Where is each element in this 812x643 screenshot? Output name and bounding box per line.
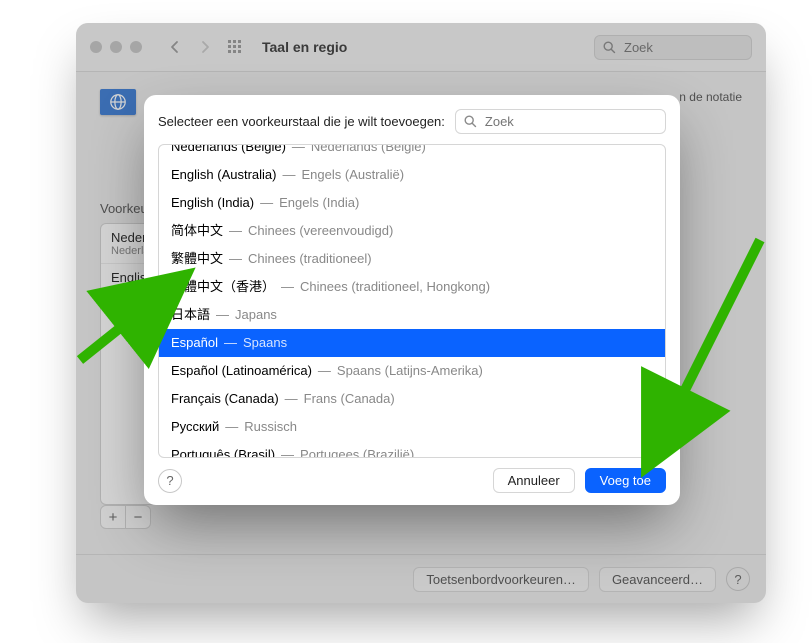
sheet-search-input[interactable]	[483, 113, 657, 130]
language-translated: Chinees (traditioneel)	[248, 249, 372, 269]
language-native: 繁體中文（香港）	[171, 277, 275, 297]
sheet-help-button[interactable]: ?	[158, 469, 182, 493]
language-native: English (India)	[171, 193, 254, 213]
language-row[interactable]: Português (Brasil)—Portugees (Brazilië)	[159, 441, 665, 457]
language-row[interactable]: 繁體中文—Chinees (traditioneel)	[159, 245, 665, 273]
sheet-search[interactable]	[455, 109, 666, 134]
language-native: 繁體中文	[171, 249, 223, 269]
cancel-button[interactable]: Annuleer	[493, 468, 575, 493]
language-row[interactable]: Français (Canada)—Frans (Canada)	[159, 385, 665, 413]
language-translated: Russisch	[244, 417, 297, 437]
language-native: 简体中文	[171, 221, 223, 241]
language-row[interactable]: 简体中文—Chinees (vereenvoudigd)	[159, 217, 665, 245]
language-row[interactable]: Русский—Russisch	[159, 413, 665, 441]
language-native: Nederlands (België)	[171, 145, 286, 157]
language-row[interactable]: Español (Latinoamérica)—Spaans (Latijns-…	[159, 357, 665, 385]
language-native: Español (Latinoamérica)	[171, 361, 312, 381]
language-native: English (Australia)	[171, 165, 277, 185]
language-translated: Frans (Canada)	[304, 389, 395, 409]
language-row[interactable]: English (India)—Engels (India)	[159, 189, 665, 217]
language-list[interactable]: Nederlands (België)—Nederlands (België)E…	[158, 144, 666, 458]
add-language-sheet: Selecteer een voorkeurstaal die je wilt …	[144, 95, 680, 505]
language-row[interactable]: Nederlands (België)—Nederlands (België)	[159, 145, 665, 161]
language-native: Français (Canada)	[171, 389, 279, 409]
language-row[interactable]: Español—Spaans	[159, 329, 665, 357]
language-row[interactable]: 日本語—Japans	[159, 301, 665, 329]
sheet-header: Selecteer een voorkeurstaal die je wilt …	[158, 109, 666, 134]
search-icon	[464, 115, 477, 128]
language-translated: Nederlands (België)	[311, 145, 426, 157]
language-translated: Spaans (Latijns-Amerika)	[337, 361, 483, 381]
sheet-prompt: Selecteer een voorkeurstaal die je wilt …	[158, 114, 445, 129]
language-translated: Japans	[235, 305, 277, 325]
language-translated: Spaans	[243, 333, 287, 353]
language-native: 日本語	[171, 305, 210, 325]
language-translated: Chinees (traditioneel, Hongkong)	[300, 277, 490, 297]
sheet-footer: ? Annuleer Voeg toe	[158, 468, 666, 493]
language-native: Português (Brasil)	[171, 445, 275, 457]
language-translated: Portugees (Brazilië)	[300, 445, 414, 457]
language-row[interactable]: 繁體中文（香港）—Chinees (traditioneel, Hongkong…	[159, 273, 665, 301]
language-native: Русский	[171, 417, 219, 437]
language-native: Español	[171, 333, 218, 353]
add-button[interactable]: Voeg toe	[585, 468, 666, 493]
language-translated: Engels (Australië)	[302, 165, 405, 185]
language-translated: Chinees (vereenvoudigd)	[248, 221, 393, 241]
language-row[interactable]: English (Australia)—Engels (Australië)	[159, 161, 665, 189]
language-translated: Engels (India)	[279, 193, 359, 213]
